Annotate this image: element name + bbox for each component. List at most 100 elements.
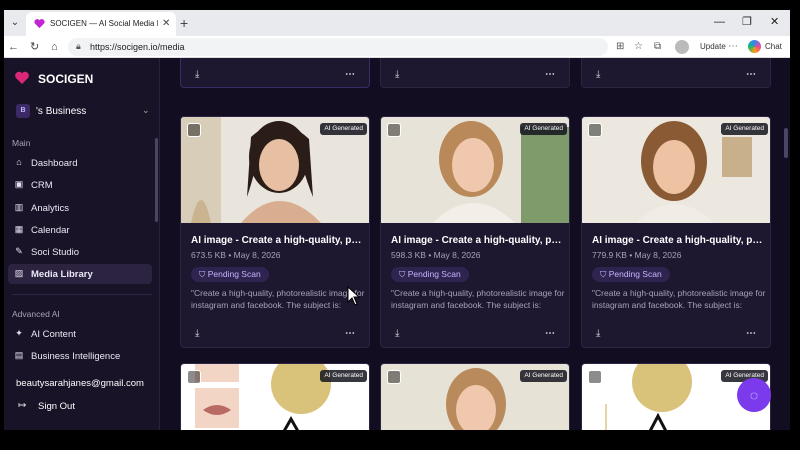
sidebar-item-label: CRM — [31, 180, 53, 191]
collections-icon[interactable]: ⧉ — [654, 40, 661, 54]
select-checkbox[interactable] — [387, 370, 401, 384]
copilot-icon[interactable] — [748, 40, 761, 53]
card-description: "Create a high-quality, photorealistic i… — [391, 288, 565, 310]
bi-icon: ▤ — [14, 350, 24, 360]
media-thumbnail: AI Generated — [582, 117, 770, 223]
card-description: "Create a high-quality, photorealistic i… — [191, 288, 365, 310]
card-title: AI image - Create a high-quality, photor… — [191, 235, 363, 246]
media-card[interactable]: AI Generated AI image - Create a high-qu… — [180, 116, 370, 348]
logout-icon: ↦ — [18, 400, 27, 411]
chat-button[interactable]: Chat — [765, 42, 782, 51]
shield-icon: ⛉ — [199, 269, 208, 279]
brand-heart-icon — [15, 71, 29, 84]
window-close-icon[interactable]: ✕ — [770, 15, 779, 29]
apps-icon[interactable]: ⊞ — [616, 40, 624, 54]
status-label: Pending Scan — [207, 269, 261, 279]
address-bar[interactable]: 🔒︎ https://socigen.io/media — [68, 38, 608, 56]
sidebar-item-analytics[interactable]: ▥ Analytics — [8, 198, 152, 218]
select-checkbox[interactable] — [187, 123, 201, 137]
more-options-icon[interactable]: ⋯ — [545, 69, 555, 80]
ai-generated-badge: AI Generated — [721, 123, 768, 135]
more-options-icon[interactable]: ⋯ — [545, 328, 555, 339]
card-title: AI image - Create a high-quality, photor… — [592, 235, 764, 246]
status-badge: ⛉ Pending Scan — [391, 267, 469, 282]
business-switcher[interactable]: B 's Business ⌄ — [12, 100, 152, 124]
image-icon: ▨ — [14, 268, 24, 278]
download-icon[interactable]: ⤓ — [395, 328, 399, 339]
download-icon[interactable]: ⤓ — [195, 69, 199, 80]
card-meta: 598.3 KB • May 8, 2026 — [391, 250, 481, 260]
minimize-icon[interactable]: — — [714, 15, 725, 29]
more-options-icon[interactable]: ⋯ — [345, 328, 355, 339]
shield-icon: ⛉ — [600, 269, 609, 279]
select-checkbox[interactable] — [187, 370, 201, 384]
more-options-icon[interactable]: ⋯ — [345, 69, 355, 80]
more-menu-icon[interactable]: ⋯ — [728, 40, 738, 54]
section-label-main: Main — [12, 138, 31, 148]
profile-avatar[interactable] — [675, 40, 689, 54]
sidebar-scrollbar[interactable] — [155, 138, 158, 222]
download-icon[interactable]: ⤓ — [395, 69, 399, 80]
media-card-partial[interactable]: ⤓ ⋯ — [380, 58, 570, 88]
sidebar-item-label: Dashboard — [31, 158, 78, 169]
favorite-star-icon[interactable]: ☆ — [634, 40, 643, 54]
card-description: "Create a high-quality, photorealistic i… — [592, 288, 766, 310]
download-icon[interactable]: ⤓ — [596, 69, 600, 80]
chat-fab-button[interactable]: ◌ — [737, 378, 771, 412]
update-button[interactable]: Update — [700, 42, 726, 51]
shield-icon: ⛉ — [399, 269, 408, 279]
ai-generated-badge: AI Generated — [320, 370, 367, 382]
media-card-partial[interactable]: ⤓ ⋯ — [581, 58, 771, 88]
media-card-partial[interactable]: ⤓ ⋯ — [180, 58, 370, 88]
media-card[interactable]: AI Generated AI image - Create a high-qu… — [380, 116, 570, 348]
restore-icon[interactable]: ❐ — [742, 15, 752, 29]
status-label: Pending Scan — [608, 269, 662, 279]
sidebar-divider — [12, 294, 152, 295]
tab-menu-icon[interactable]: ⌄ — [6, 14, 24, 32]
refresh-icon[interactable]: ↻ — [30, 39, 39, 55]
new-tab-icon[interactable]: + — [180, 14, 188, 32]
status-badge: ⛉ Pending Scan — [191, 267, 269, 282]
sidebar-item-label: Media Library — [31, 269, 93, 280]
media-thumbnail: AI Generated — [181, 364, 369, 430]
ai-content-icon: ✦ — [15, 328, 23, 338]
select-checkbox[interactable] — [588, 123, 602, 137]
select-checkbox[interactable] — [387, 123, 401, 137]
sidebar-item-business-intelligence[interactable]: ▤ Business Intelligence — [8, 346, 152, 366]
media-thumbnail: AI Generated — [381, 364, 569, 430]
ai-generated-badge: AI Generated — [320, 123, 367, 135]
back-icon[interactable]: ← — [8, 39, 19, 55]
card-meta: 779.9 KB • May 8, 2026 — [592, 250, 682, 260]
more-options-icon[interactable]: ⋯ — [746, 69, 756, 80]
media-card[interactable]: AI Generated AI image - Create a high-qu… — [581, 116, 771, 348]
download-icon[interactable]: ⤓ — [195, 328, 199, 339]
more-options-icon[interactable]: ⋯ — [746, 328, 756, 339]
sidebar-item-label: Calendar — [31, 225, 70, 236]
media-card-partial[interactable]: AI Generated — [380, 363, 570, 430]
status-badge: ⛉ Pending Scan — [592, 267, 670, 282]
status-label: Pending Scan — [407, 269, 461, 279]
media-card-partial[interactable]: AI Generated — [180, 363, 370, 430]
section-label-advanced: Advanced AI — [12, 309, 60, 319]
sign-out-label: Sign Out — [38, 401, 75, 412]
download-icon[interactable]: ⤓ — [596, 328, 600, 339]
calendar-icon: ▦ — [14, 224, 24, 234]
sidebar-item-crm[interactable]: ▣ CRM — [8, 175, 152, 195]
sidebar-item-soci-studio[interactable]: ✎ Soci Studio — [8, 242, 152, 262]
sidebar-item-label: Analytics — [31, 203, 70, 214]
select-checkbox[interactable] — [588, 370, 602, 384]
main-scrollbar[interactable] — [784, 128, 788, 158]
tab-strip: ⌄ SOCIGEN — AI Social Media Mana ✕ + — ❐… — [4, 10, 790, 36]
sidebar-item-media-library[interactable]: ▨ Media Library — [8, 264, 152, 284]
sidebar-item-ai-content[interactable]: ✦ AI Content — [8, 324, 152, 344]
ai-generated-badge: AI Generated — [520, 123, 567, 135]
tab-close-icon[interactable]: ✕ — [162, 17, 170, 31]
sidebar-item-calendar[interactable]: ▦ Calendar — [8, 220, 152, 240]
home-browser-icon[interactable]: ⌂ — [51, 39, 58, 55]
browser-tab[interactable]: SOCIGEN — AI Social Media Mana ✕ — [26, 12, 176, 36]
business-avatar: B — [16, 104, 30, 118]
sign-out-button[interactable]: ↦ Sign Out — [16, 399, 106, 415]
card-title: AI image - Create a high-quality, photor… — [391, 235, 563, 246]
tab-title: SOCIGEN — AI Social Media Mana — [50, 19, 158, 28]
sidebar-item-dashboard[interactable]: ⌂ Dashboard — [8, 153, 152, 173]
